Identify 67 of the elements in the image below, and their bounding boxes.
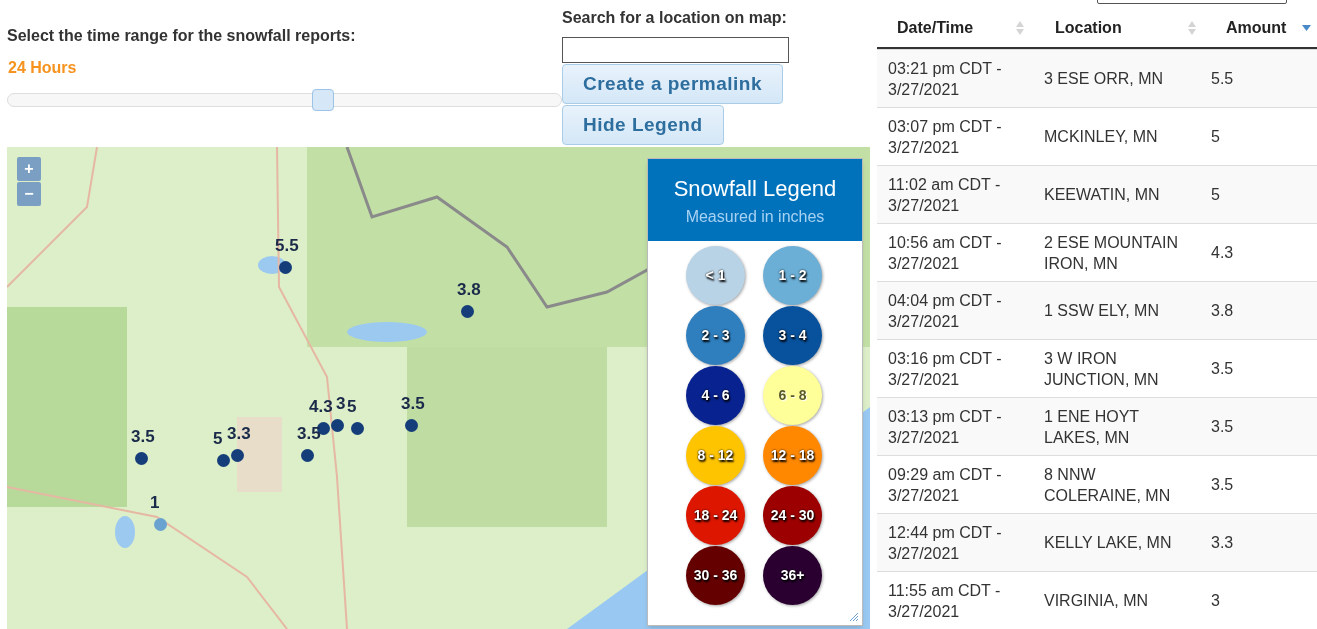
legend-title: Snowfall Legend [673, 175, 837, 203]
marker-label: 3.5 [297, 425, 321, 442]
legend-swatch: 8 - 12 [686, 426, 745, 485]
table-cell-text: 03:21 pm CDT - 3/27/2021 [887, 58, 1003, 100]
table-cell-text: 3.8 [1210, 301, 1235, 321]
legend-subtitle: Measured in inches [685, 206, 825, 227]
time-range-value: 24 Hours [8, 58, 78, 78]
column-header[interactable]: Amount [1206, 15, 1317, 40]
map[interactable]: + − 5.5 3.8 4.3 35 3.5 3.5 5 3.3 3.5 1 Snowfall Legend Measured in inches < 1 1 - 2 2 - 3 3 - 4 4 - 6 6 - 8 8 - 12 12 - 18 18 - 24 24 - 30 30 - 36 36+ [7, 147, 870, 629]
marker-label: 3.5 [131, 428, 155, 445]
table-cell-text: 10:56 am CDT - 3/27/2021 [887, 232, 1003, 274]
marker-label: 5 [213, 430, 223, 447]
legend-swatch: 3 - 4 [763, 306, 822, 365]
slider-thumb[interactable] [312, 89, 335, 111]
legend-swatch: 4 - 6 [686, 366, 745, 425]
marker-label: 3 [336, 395, 346, 412]
table-cell-text: 5 [1210, 127, 1221, 147]
hide-legend-button[interactable]: Hide Legend [562, 105, 724, 145]
column-header[interactable]: Location [1034, 15, 1206, 40]
time-range-label: Select the time range for the snowfall reports: [7, 26, 357, 46]
table-cell-text: 11:02 am CDT - 3/27/2021 [887, 174, 1002, 216]
table-cell-text: KELLY LAKE, MN [1043, 533, 1173, 553]
resize-handle-icon[interactable] [850, 613, 858, 621]
table-cell-text: 3 [1210, 591, 1221, 611]
table-cell-text: 03:07 pm CDT - 3/27/2021 [887, 116, 1003, 158]
table-cell-text: 4.3 [1210, 243, 1235, 263]
column-header[interactable]: Date/Time [877, 15, 1034, 40]
table-cell-text: 2 ESE MOUNTAIN IRON, MN [1043, 232, 1179, 274]
table-cell-text: 3 W IRON JUNCTION, MN [1043, 348, 1160, 390]
table-cell-text: 09:29 am CDT - 3/27/2021 [887, 464, 1003, 506]
marker-label: 4.3 [309, 398, 333, 415]
marker-label: 3.8 [457, 281, 481, 298]
table-cell-text: 12:44 pm CDT - 3/27/2021 [887, 522, 1003, 564]
legend-swatch: 12 - 18 [763, 426, 822, 485]
legend-swatch: 24 - 30 [763, 486, 822, 545]
marker-label: 1 [150, 494, 160, 511]
table-cell-text: 3 ESE ORR, MN [1043, 69, 1165, 89]
legend-swatch: 2 - 3 [686, 306, 745, 365]
table-cell-text: 04:04 pm CDT - 3/27/2021 [887, 290, 1003, 332]
legend-swatch: 30 - 36 [686, 546, 745, 605]
marker-label: 5 [347, 398, 357, 415]
table-cell-text: MCKINLEY, MN [1043, 127, 1159, 147]
legend-swatch: 18 - 24 [686, 486, 745, 545]
table-cell-text: VIRGINIA, MN [1043, 591, 1149, 611]
search-label: Search for a location on map: [562, 8, 787, 28]
table-cell-text: 3.5 [1210, 417, 1235, 437]
legend-swatch: < 1 [686, 246, 745, 305]
permalink-button[interactable]: Create a permalink [562, 64, 784, 104]
table-cell-text: 11:55 am CDT - 3/27/2021 [887, 580, 1002, 622]
legend-swatch: 6 - 8 [763, 366, 822, 425]
table-cell-text: 3.5 [1210, 475, 1235, 495]
table-cell-text: 8 NNW COLERAINE, MN [1043, 464, 1172, 506]
table-cell-text: 3.3 [1210, 533, 1235, 553]
table-cell-text: KEEWATIN, MN [1043, 185, 1161, 205]
marker-label: 5.5 [275, 237, 299, 254]
legend-swatch: 36+ [763, 546, 822, 605]
marker-label: 3.5 [401, 395, 425, 412]
table-cell-text: 3.5 [1210, 359, 1235, 379]
table-cell-text: 03:16 pm CDT - 3/27/2021 [887, 348, 1003, 390]
marker-label: 3.3 [227, 425, 251, 442]
legend-swatch: 1 - 2 [763, 246, 822, 305]
table-cell-text: 03:13 pm CDT - 3/27/2021 [887, 406, 1003, 448]
table-cell-text: 5 [1210, 185, 1221, 205]
table-cell-text: 1 SSW ELY, MN [1043, 301, 1160, 321]
search-field[interactable] [562, 37, 789, 63]
table-cell-text: 5.5 [1210, 69, 1235, 89]
table-cell-text: 1 ENE HOYT LAKES, MN [1043, 406, 1140, 448]
